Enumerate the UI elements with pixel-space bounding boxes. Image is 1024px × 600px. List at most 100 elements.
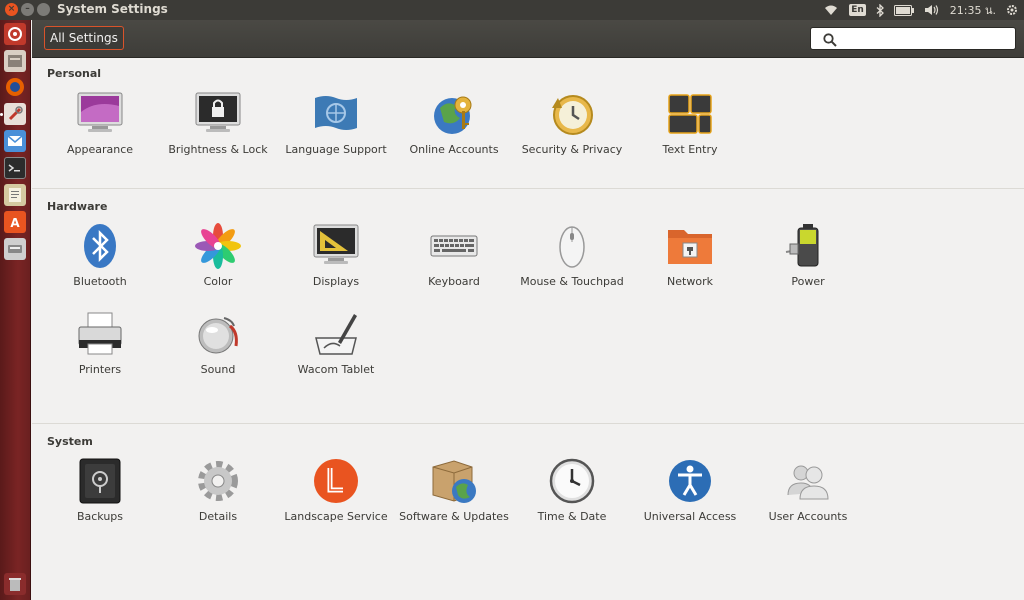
settings-item-label: Time & Date [537, 510, 607, 523]
settings-item-backups[interactable]: Backups [41, 457, 159, 524]
svg-text:A: A [10, 216, 20, 230]
text-editor-icon[interactable] [4, 184, 26, 206]
settings-item-label: User Accounts [768, 510, 848, 523]
close-window-button[interactable]: × [5, 3, 18, 16]
settings-item-label: Bluetooth [73, 275, 127, 288]
settings-item-appearance[interactable]: Appearance [41, 90, 159, 157]
settings-item-label: Power [791, 275, 825, 288]
text-entry-icon [666, 90, 714, 138]
settings-item-label: Displays [312, 275, 360, 288]
gear-icon [194, 457, 242, 505]
settings-item-label: Wacom Tablet [297, 363, 375, 376]
sound-icon [194, 310, 242, 358]
settings-item-label: Network [667, 275, 713, 288]
settings-item-label: Sound [200, 363, 236, 376]
lock-screen-icon [194, 90, 242, 138]
wifi-icon[interactable] [823, 4, 839, 16]
online-accounts-icon [430, 90, 478, 138]
launcher: A [0, 20, 31, 600]
volume-icon[interactable] [924, 4, 940, 16]
color-icon [194, 222, 242, 270]
settings-item-user-accounts[interactable]: User Accounts [749, 457, 867, 524]
settings-item-network[interactable]: Network [631, 222, 749, 289]
settings-item-label: Security & Privacy [521, 143, 623, 156]
settings-item-color[interactable]: Color [159, 222, 277, 289]
settings-item-brightness-lock[interactable]: Brightness & Lock [159, 90, 277, 157]
settings-item-bluetooth[interactable]: Bluetooth [41, 222, 159, 289]
settings-item-wacom-tablet[interactable]: Wacom Tablet [277, 310, 395, 377]
top-panel: × – System Settings En 21:35 น. [0, 0, 1024, 20]
file-manager-icon[interactable] [4, 50, 26, 72]
tablet-pen-icon [312, 310, 360, 358]
settings-item-software-updates[interactable]: Software & Updates [395, 457, 513, 524]
section-title-system: System [47, 435, 93, 448]
window-controls: × – [5, 3, 50, 16]
keyboard-layout-indicator[interactable]: En [849, 4, 866, 16]
section-divider [32, 423, 1024, 424]
backups-safe-icon [76, 457, 124, 505]
all-settings-button[interactable]: All Settings [44, 26, 124, 50]
window-title: System Settings [57, 2, 168, 16]
printer-icon [76, 310, 124, 358]
keyboard-icon [430, 222, 478, 270]
minimize-window-button[interactable]: – [21, 3, 34, 16]
power-battery-icon [784, 222, 832, 270]
toolbar: All Settings [32, 20, 1024, 58]
settings-item-label: Universal Access [643, 510, 737, 523]
disk-icon[interactable] [4, 238, 26, 260]
landscape-icon [312, 457, 360, 505]
panel-indicators: En 21:35 น. [823, 0, 1024, 20]
battery-icon[interactable] [893, 4, 914, 16]
settings-item-online-accounts[interactable]: Online Accounts [395, 90, 513, 157]
trash-icon[interactable] [4, 573, 26, 595]
thunderbird-icon[interactable] [4, 130, 26, 152]
settings-item-label: Backups [76, 510, 124, 523]
settings-item-text-entry[interactable]: Text Entry [631, 90, 749, 157]
settings-item-language-support[interactable]: Language Support [277, 90, 395, 157]
settings-item-label: Text Entry [662, 143, 718, 156]
search-input[interactable] [843, 30, 1011, 48]
appearance-icon [76, 90, 124, 138]
settings-item-time-date[interactable]: Time & Date [513, 457, 631, 524]
software-center-icon[interactable]: A [4, 211, 26, 233]
section-title-personal: Personal [47, 67, 102, 80]
section-divider [32, 188, 1024, 189]
maximize-window-button[interactable] [37, 3, 50, 16]
settings-item-label: Landscape Service [284, 510, 388, 523]
settings-item-printers[interactable]: Printers [41, 310, 159, 377]
settings-item-label: Details [198, 510, 238, 523]
gear-icon[interactable] [1006, 4, 1018, 16]
terminal-icon[interactable] [4, 157, 26, 179]
settings-item-label: Color [203, 275, 233, 288]
settings-item-label: Keyboard [428, 275, 480, 288]
users-icon [784, 457, 832, 505]
firefox-icon[interactable] [4, 76, 26, 98]
settings-item-label: Online Accounts [409, 143, 499, 156]
settings-content: Personal Appearance Brightness & Lock La… [32, 58, 1024, 600]
search-icon [823, 32, 837, 51]
bluetooth-icon [76, 222, 124, 270]
settings-item-power[interactable]: Power [749, 222, 867, 289]
settings-item-mouse-touchpad[interactable]: Mouse & Touchpad [513, 222, 631, 289]
clock[interactable]: 21:35 น. [950, 1, 996, 19]
settings-item-displays[interactable]: Displays [277, 222, 395, 289]
settings-item-keyboard[interactable]: Keyboard [395, 222, 513, 289]
settings-item-label: Printers [78, 363, 122, 376]
settings-item-security-privacy[interactable]: Security & Privacy [513, 90, 631, 157]
settings-item-sound[interactable]: Sound [159, 310, 277, 377]
network-folder-icon [666, 222, 714, 270]
settings-item-label: Software & Updates [399, 510, 509, 523]
settings-item-universal-access[interactable]: Universal Access [631, 457, 749, 524]
clock-icon [548, 457, 596, 505]
settings-item-label: Brightness & Lock [168, 143, 268, 156]
dash-home-icon[interactable] [4, 23, 26, 45]
language-flag-icon [312, 90, 360, 138]
bluetooth-icon[interactable] [876, 3, 884, 17]
settings-item-details[interactable]: Details [159, 457, 277, 524]
security-privacy-icon [548, 90, 596, 138]
settings-item-landscape-service[interactable]: Landscape Service [277, 457, 395, 524]
display-icon [312, 222, 360, 270]
system-settings-launcher-icon[interactable] [4, 103, 26, 125]
search-box[interactable] [810, 27, 1016, 50]
section-title-hardware: Hardware [47, 200, 108, 213]
